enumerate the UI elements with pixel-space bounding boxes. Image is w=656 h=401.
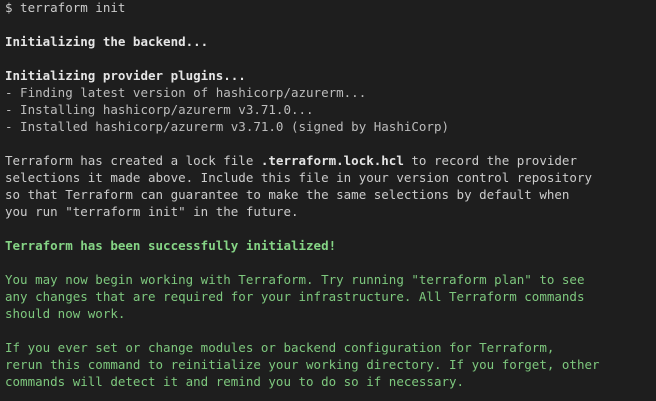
lockfile-message-line: Terraform has created a lock file .terra… [5, 152, 651, 169]
success-message: Terraform has been successfully initiali… [5, 238, 337, 253]
command-prompt: $ terraform init [5, 0, 126, 15]
next-steps-line: should now work. [5, 306, 126, 321]
reinit-line: If you ever set or change modules or bac… [5, 340, 555, 355]
lockfile-text: to record the provider [403, 153, 577, 168]
lockfile-message-line: you run "terraform init" in the future. [5, 204, 299, 219]
next-steps-line: any changes that are required for your i… [5, 289, 585, 304]
provider-heading: Initializing provider plugins... [5, 68, 246, 83]
next-steps-line: You may now begin working with Terraform… [5, 272, 585, 287]
terminal-output[interactable]: $ terraform init Initializing the backen… [0, 0, 656, 401]
provider-step: - Installing hashicorp/azurerm v3.71.0..… [5, 102, 314, 117]
lockfile-text: Terraform has created a lock file [5, 153, 261, 168]
provider-step: - Installed hashicorp/azurerm v3.71.0 (s… [5, 119, 450, 134]
reinit-line: rerun this command to reinitialize your … [5, 357, 600, 372]
lockfile-message-line: selections it made above. Include this f… [5, 170, 592, 185]
backend-status: Initializing the backend... [5, 34, 209, 49]
lockfile-filename: .terraform.lock.hcl [260, 153, 404, 168]
lockfile-message-line: so that Terraform can guarantee to make … [5, 187, 570, 202]
reinit-line: commands will detect it and remind you t… [5, 374, 465, 389]
provider-step: - Finding latest version of hashicorp/az… [5, 85, 367, 100]
